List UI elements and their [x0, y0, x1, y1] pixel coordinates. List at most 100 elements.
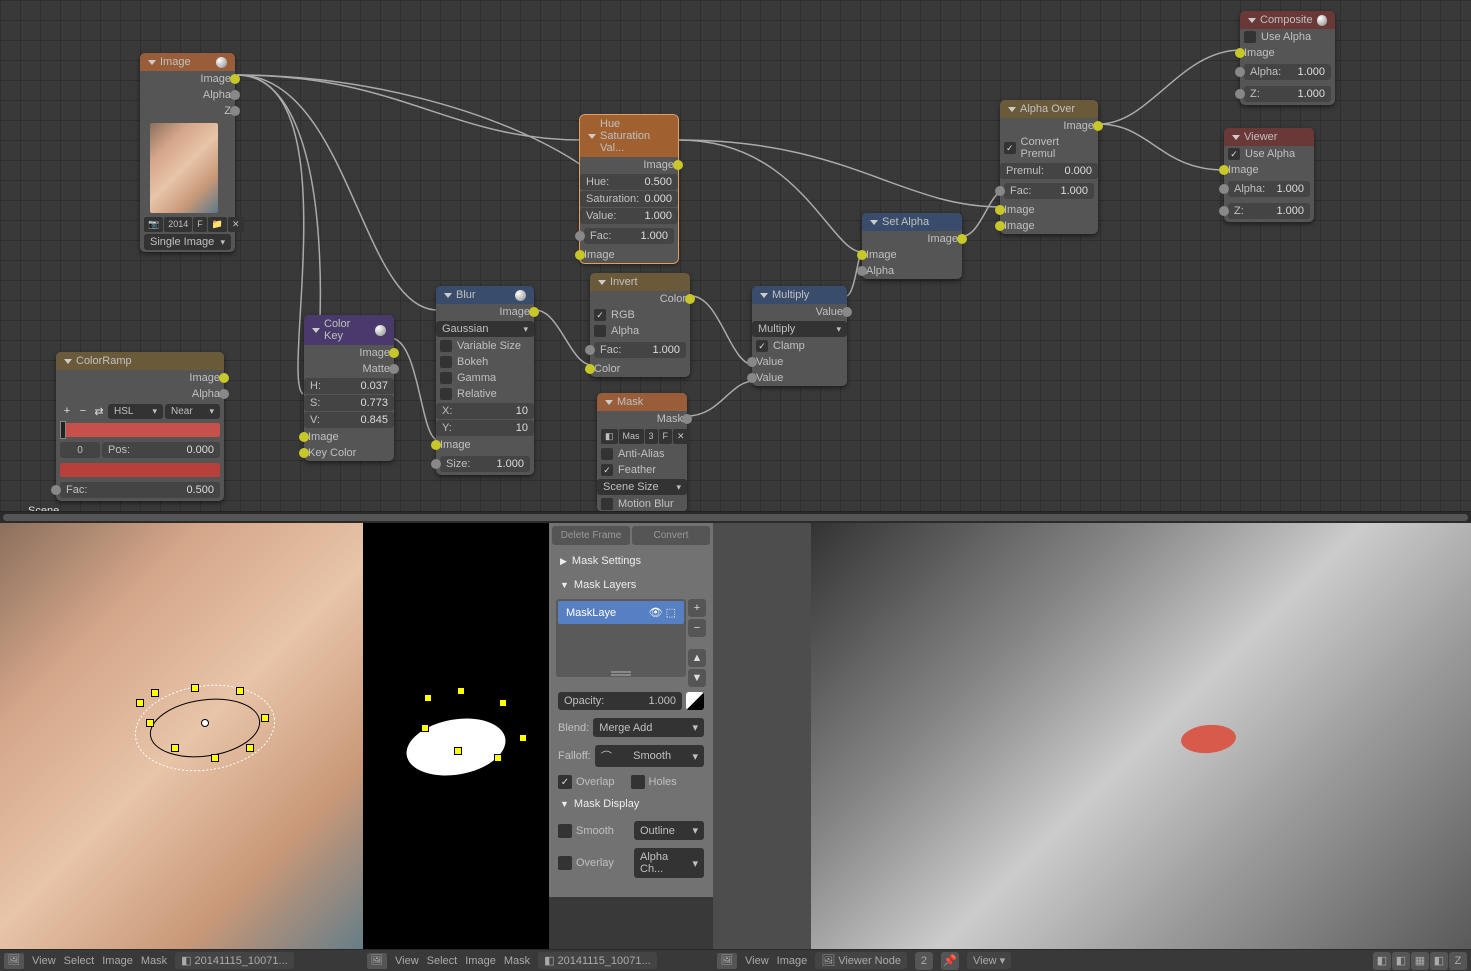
check-clamp[interactable]: Clamp — [752, 338, 847, 354]
node-image[interactable]: Image Image Alpha Z 📷2014F📁✕ Single Imag… — [140, 53, 235, 252]
properties-narrow-panel — [713, 523, 811, 971]
editor-type-icon[interactable]: 🖼 — [4, 953, 24, 969]
image-browse[interactable]: 📷2014F📁✕ — [144, 217, 231, 232]
file-dropdown[interactable]: ◧20141115_10071... — [175, 952, 294, 969]
menu-mask[interactable]: Mask — [504, 955, 530, 967]
user-count[interactable]: 2 — [915, 952, 933, 970]
image-editor-mask[interactable]: 1 — [363, 523, 549, 971]
node-blur[interactable]: Blur Image Gaussian Variable Size Bokeh … — [436, 286, 534, 475]
check-feather[interactable]: Feather — [597, 462, 687, 478]
invert-icon[interactable] — [686, 692, 704, 710]
blend-dropdown[interactable]: Merge Add▾ — [593, 718, 704, 737]
smooth-checkbox[interactable] — [558, 824, 572, 838]
check-use-alpha[interactable]: Use Alpha — [1240, 29, 1335, 45]
eye-icon[interactable]: 👁 — [649, 606, 663, 619]
move-up-button[interactable]: ▲ — [688, 649, 706, 667]
mask-size-dropdown[interactable]: Scene Size — [597, 479, 687, 495]
field-v[interactable]: V:0.845 — [304, 412, 394, 428]
node-title: Multiply — [772, 289, 809, 301]
menu-image[interactable]: Image — [102, 955, 133, 967]
editor-type-icon[interactable]: 🖼 — [367, 953, 387, 969]
ramp-stop-fields[interactable]: 0 Pos:0.000 — [56, 439, 224, 461]
overlap-checkbox[interactable]: ✓ — [558, 775, 572, 789]
input-fac: Fac:1.000 — [590, 339, 690, 361]
convert-button[interactable]: Convert — [632, 526, 710, 545]
field-x[interactable]: X:10 — [436, 403, 534, 419]
field-y[interactable]: Y:10 — [436, 420, 534, 436]
node-invert[interactable]: Invert Color RGB Alpha Fac:1.000 Color — [590, 273, 690, 377]
menu-view[interactable]: View — [745, 955, 769, 967]
editor-type-icon[interactable]: 🖼 — [717, 953, 737, 969]
move-down-button[interactable]: ▼ — [688, 669, 706, 687]
math-type-dropdown[interactable]: Multiply — [752, 321, 847, 337]
check-convert-premul[interactable]: Convert Premul — [1000, 134, 1098, 162]
menu-image[interactable]: Image — [465, 955, 496, 967]
node-colorramp[interactable]: ColorRamp Image Alpha +−⇄ HSL Near 0 Pos… — [56, 352, 224, 501]
add-layer-button[interactable]: + — [688, 599, 706, 617]
node-title: Composite — [1260, 14, 1313, 26]
field-saturation[interactable]: Saturation:0.000 — [580, 191, 678, 207]
field-s[interactable]: S:0.773 — [304, 395, 394, 411]
check-rgb[interactable]: RGB — [590, 307, 690, 323]
node-set-alpha[interactable]: Set Alpha Image Image Alpha — [862, 213, 962, 279]
check-antialias[interactable]: Anti-Alias — [597, 446, 687, 462]
field-value[interactable]: Value:1.000 — [580, 208, 678, 224]
color-ramp-gradient[interactable] — [60, 423, 220, 437]
output-image: Image — [580, 157, 678, 173]
field-premul[interactable]: Premul:0.000 — [1000, 163, 1098, 179]
check-alpha[interactable]: Alpha — [590, 323, 690, 339]
blur-type-dropdown[interactable]: Gaussian — [436, 321, 534, 337]
horizontal-scrollbar[interactable] — [0, 511, 1471, 523]
view-dropdown[interactable]: View▾ — [967, 952, 1011, 969]
node-viewer[interactable]: Viewer Use Alpha Image Alpha:1.000 Z:1.0… — [1224, 128, 1314, 222]
opacity-field[interactable]: Opacity:1.000 — [552, 689, 710, 713]
compositor-node-editor[interactable]: Image Image Alpha Z 📷2014F📁✕ Single Imag… — [0, 0, 1471, 523]
remove-layer-button[interactable]: − — [688, 619, 706, 637]
mask-settings-header[interactable]: ▶Mask Settings — [552, 551, 710, 571]
display-channel-buttons[interactable]: ◧◧▦◧Z — [1373, 952, 1467, 970]
mask-layers-header[interactable]: ▼Mask Layers — [552, 575, 710, 595]
image-editor-left[interactable]: 1 — [0, 523, 363, 971]
mask-properties-panel: ▶Mask Settings ▼Mask Layers MaskLaye 👁 ⬚… — [549, 548, 713, 897]
check-use-alpha[interactable]: Use Alpha — [1224, 146, 1314, 162]
menu-mask[interactable]: Mask — [141, 955, 167, 967]
check-variable-size[interactable]: Variable Size — [436, 338, 534, 354]
falloff-dropdown[interactable]: ⌒ Smooth▾ — [595, 745, 704, 767]
node-alpha-over[interactable]: Alpha Over Image Convert Premul Premul:0… — [1000, 100, 1098, 234]
node-multiply[interactable]: Multiply Value Multiply Clamp Value Valu… — [752, 286, 847, 386]
check-gamma[interactable]: Gamma — [436, 370, 534, 386]
mask-browse[interactable]: ◧Mas3F✕ — [601, 429, 683, 444]
check-relative[interactable]: Relative — [436, 386, 534, 402]
holes-checkbox[interactable] — [631, 775, 645, 789]
alphach-dropdown[interactable]: Alpha Ch...▾ — [634, 848, 704, 878]
file-dropdown[interactable]: ◧20141115_10071... — [538, 952, 657, 969]
field-h[interactable]: H:0.037 — [304, 378, 394, 394]
color-swatch[interactable] — [60, 463, 220, 477]
ramp-controls[interactable]: +−⇄ HSL Near — [56, 402, 224, 421]
overlay-checkbox[interactable] — [558, 856, 572, 870]
output-image: Image — [56, 370, 224, 386]
mask-layers-list[interactable]: MaskLaye 👁 ⬚ — [556, 599, 686, 677]
field-hue[interactable]: Hue:0.500 — [580, 174, 678, 190]
menu-select[interactable]: Select — [64, 955, 95, 967]
delete-frame-button[interactable]: Delete Frame — [552, 526, 630, 545]
check-bokeh[interactable]: Bokeh — [436, 354, 534, 370]
right-editor-footer: 🖼 View Image 🖼Viewer Node 2 📌 View▾ ◧◧▦◧… — [713, 949, 1471, 971]
check-motion-blur[interactable]: Motion Blur — [597, 496, 687, 512]
menu-select[interactable]: Select — [427, 955, 458, 967]
menu-image[interactable]: Image — [777, 955, 808, 967]
output-value: Value — [752, 304, 847, 320]
node-hue-saturation[interactable]: Hue Saturation Val... Image Hue:0.500 Sa… — [580, 115, 678, 263]
mask-display-header[interactable]: ▼Mask Display — [552, 794, 710, 814]
image-mode-dropdown[interactable]: Single Image — [144, 234, 231, 250]
viewer-result-panel[interactable] — [811, 523, 1471, 971]
pin-icon[interactable]: 📌 — [941, 952, 959, 970]
outline-dropdown[interactable]: Outline▾ — [634, 821, 704, 840]
menu-view[interactable]: View — [395, 955, 419, 967]
menu-view[interactable]: View — [32, 955, 56, 967]
file-dropdown[interactable]: 🖼Viewer Node — [815, 952, 907, 969]
mask-layer-item[interactable]: MaskLaye 👁 ⬚ — [558, 601, 684, 624]
node-mask[interactable]: Mask Mask ◧Mas3F✕ Anti-Alias Feather Sce… — [597, 393, 687, 512]
node-color-key[interactable]: Color Key Image Matte H:0.037 S:0.773 V:… — [304, 315, 394, 461]
node-composite[interactable]: Composite Use Alpha Image Alpha:1.000 Z:… — [1240, 11, 1335, 105]
